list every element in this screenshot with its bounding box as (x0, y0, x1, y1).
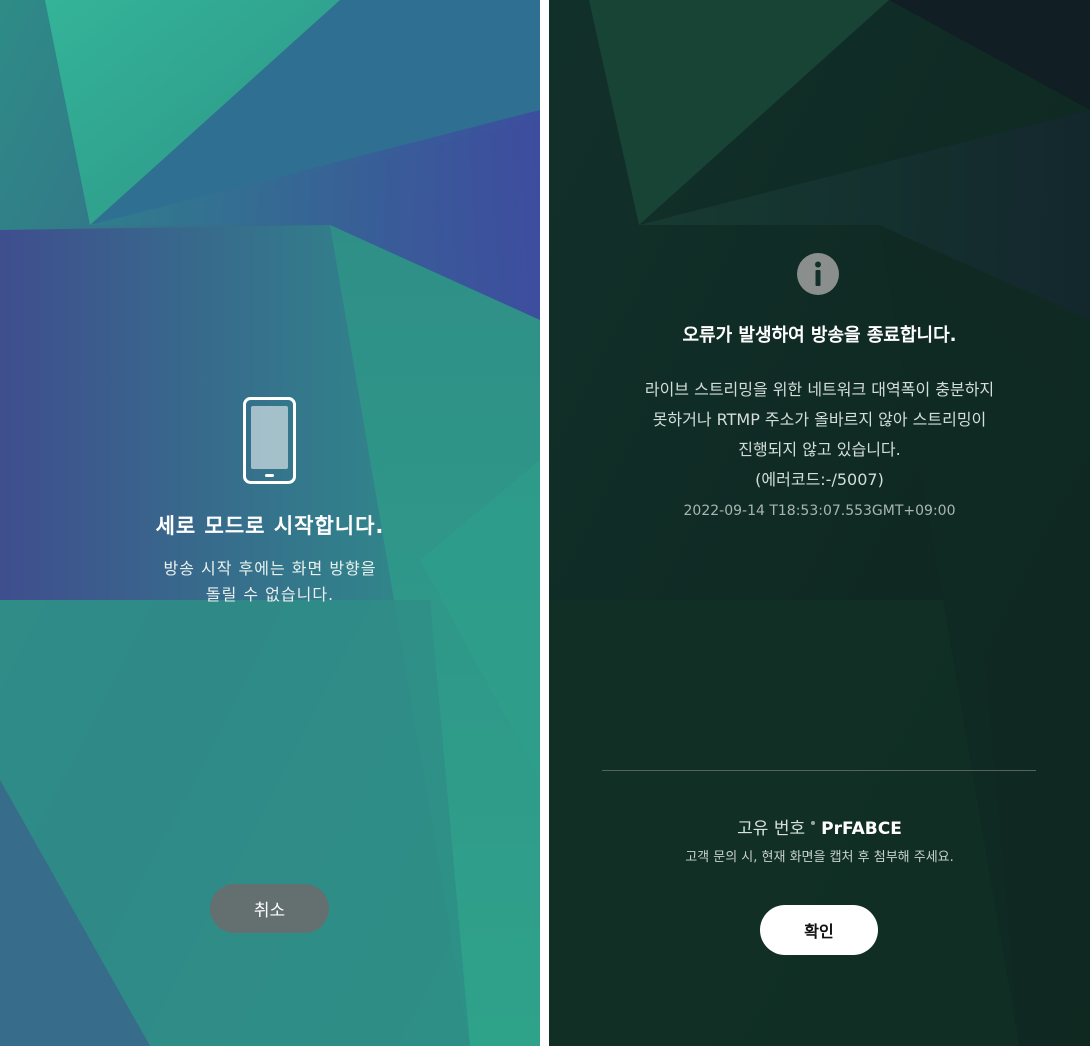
unique-id-row: 고유 번호 PrFABCE (549, 814, 1090, 839)
portrait-mode-screen: 세로 모드로 시작합니다. 방송 시작 후에는 화면 방향을 돌릴 수 없습니다… (0, 0, 540, 1046)
confirm-button[interactable]: 확인 (760, 905, 878, 955)
error-title: 오류가 발생하여 방송을 종료합니다. (682, 325, 957, 346)
support-note: 고객 문의 시, 현재 화면을 캡처 후 첨부해 주세요. (685, 850, 954, 865)
broadcast-error-screen: 오류가 발생하여 방송을 종료합니다. 라이브 스트리밍을 위한 네트워크 대역… (549, 0, 1090, 1046)
info-icon (797, 253, 839, 295)
smartphone-portrait-icon (243, 397, 296, 484)
error-timestamp: 2022-09-14 T18:53:07.553GMT+09:00 (683, 503, 956, 519)
portrait-mode-description-line1: 방송 시작 후에는 화면 방향을 (163, 559, 377, 578)
unique-id-label: 고유 번호 (737, 819, 806, 839)
dark-abstract-background (549, 0, 1090, 1046)
unique-id-value: PrFABCE (821, 819, 902, 839)
error-code: (에러코드:-/5007) (755, 470, 884, 489)
error-message-line1: 라이브 스트리밍을 위한 네트워크 대역폭이 충분하지 (644, 380, 995, 399)
separator-dot (811, 821, 816, 825)
cancel-button[interactable]: 취소 (210, 884, 329, 933)
section-divider (602, 770, 1036, 771)
portrait-mode-description-line2: 돌릴 수 없습니다. (205, 585, 335, 604)
error-message-line3: 진행되지 않고 있습니다. (738, 440, 901, 459)
portrait-mode-title: 세로 모드로 시작합니다. (155, 514, 385, 538)
error-message-line2: 못하거나 RTMP 주소가 올바르지 않아 스트리밍이 (652, 410, 987, 429)
